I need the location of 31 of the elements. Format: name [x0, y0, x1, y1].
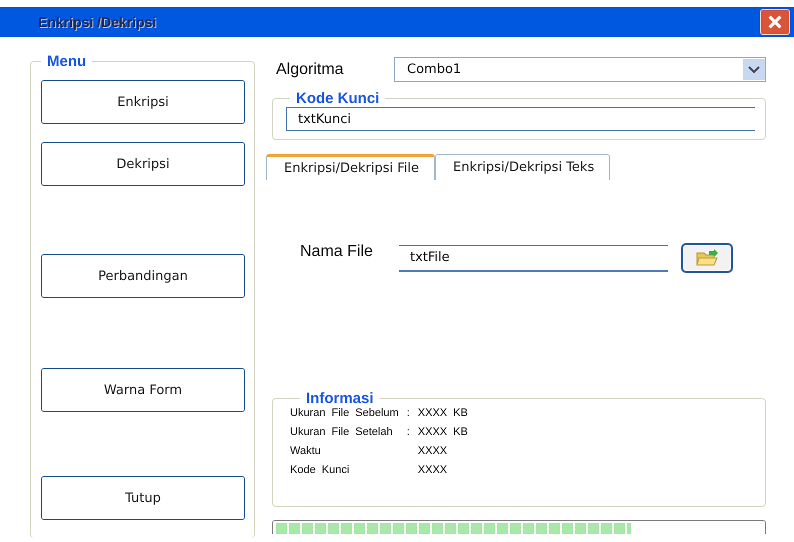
menu-button[interactable]: Dekripsi — [41, 142, 245, 186]
close-button[interactable] — [760, 9, 790, 35]
file-name-label: Nama File — [300, 243, 374, 261]
separator-colon: : — [406, 407, 410, 419]
window-title: Enkripsi /Dekripsi — [38, 14, 156, 30]
separator-colon: : — [406, 426, 410, 438]
menu-title: Menu — [46, 53, 88, 70]
info-label: Kode Kunci — [290, 464, 350, 476]
info-value: XXXX — [418, 464, 448, 476]
info-label: Waktu — [290, 445, 322, 457]
menu-button[interactable]: Perbandingan — [41, 254, 245, 298]
folder-icon — [695, 248, 719, 268]
info-label: Ukuran File Sebelum — [290, 407, 400, 419]
file-name-field[interactable]: txtFile — [399, 244, 668, 272]
algorithm-dropdown[interactable]: Combo1 — [394, 57, 766, 82]
menu-button[interactable]: Warna Form — [41, 368, 245, 412]
browse-button[interactable] — [681, 243, 733, 273]
info-panel-title: Informasi — [305, 390, 375, 407]
algorithm-label: Algoritma — [276, 60, 345, 78]
chevron-icon — [743, 59, 765, 80]
info-value: XXXX KB — [418, 407, 468, 419]
menu-button[interactable]: Tutup — [41, 476, 245, 520]
tab[interactable]: Enkripsi/Dekripsi File — [266, 154, 435, 180]
close-icon — [766, 13, 784, 31]
info-value: XXXX — [418, 445, 448, 457]
tab[interactable]: Enkripsi/Dekripsi Teks — [434, 154, 610, 180]
info-value: XXXX KB — [418, 426, 468, 438]
key-panel-title: Kode Kunci — [295, 90, 380, 107]
key-input-field[interactable]: txtKunci — [286, 107, 755, 131]
menu-button[interactable]: Enkripsi — [41, 80, 245, 124]
info-label: Ukuran File Setelah — [290, 426, 394, 438]
